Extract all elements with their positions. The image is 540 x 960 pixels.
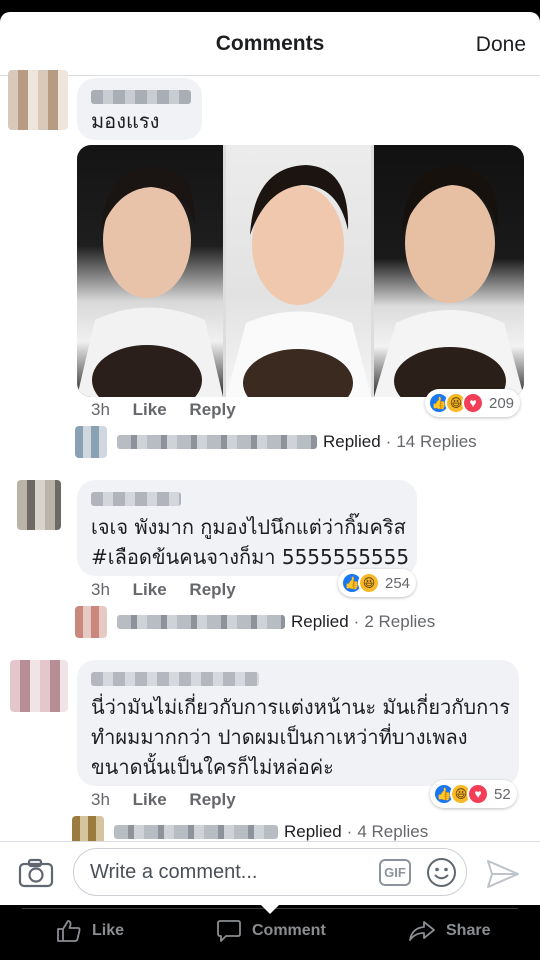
reply-author-name — [117, 435, 317, 449]
reactions-summary[interactable]: 👍 😆 ♥ 209 — [425, 389, 521, 417]
sheet-pointer — [260, 904, 280, 914]
camera-icon[interactable] — [18, 858, 54, 888]
post-action-bar: Like Comment Share — [0, 904, 540, 960]
gif-button[interactable]: GIF — [379, 859, 411, 886]
avatar[interactable] — [8, 70, 68, 130]
comment-text: เจเจ พังมาก กูมองไปนึกแต่ว่ากิ๊มคริส — [91, 515, 406, 539]
face-illustration — [374, 165, 524, 397]
like-button[interactable]: Like — [133, 400, 167, 419]
love-reaction-icon: ♥ — [462, 392, 484, 414]
replied-label: Replied — [291, 612, 349, 631]
replies-link[interactable]: Replied · 2 Replies — [75, 606, 435, 638]
separator-dot: · — [346, 822, 353, 841]
reply-button[interactable]: Reply — [189, 580, 235, 599]
share-icon — [409, 921, 435, 941]
commenter-name[interactable] — [91, 672, 259, 686]
reply-avatar — [75, 606, 107, 638]
love-reaction-icon: ♥ — [467, 783, 489, 805]
reactions-summary[interactable]: 👍 😆 ♥ 52 — [430, 780, 517, 808]
comment-text: ขนาดนั้นเป็นใครก็ไม่หล่อค่ะ — [91, 755, 334, 779]
like-post-button[interactable]: Like — [56, 919, 124, 943]
header: Comments Done — [0, 12, 540, 76]
compose-bar: GIF — [0, 841, 540, 905]
page-title: Comments — [215, 32, 325, 55]
comment-icon — [217, 920, 241, 942]
reply-author-name — [117, 615, 285, 629]
comment-bubble[interactable]: นี่ว่ามันไม่เกี่ยวกับการแต่งหน้านะ มันเก… — [77, 660, 519, 786]
face-illustration — [77, 166, 223, 397]
reply-avatar — [75, 426, 107, 458]
sticker-icon[interactable] — [426, 857, 457, 888]
comment-text: นี่ว่ามันไม่เกี่ยวกับการแต่งหน้านะ มันเก… — [91, 695, 511, 719]
replies-count: 14 Replies — [396, 432, 477, 451]
like-post-label: Like — [92, 922, 125, 939]
thumbs-up-icon — [57, 920, 81, 942]
comment-text: มองแรง — [91, 109, 160, 133]
send-icon[interactable] — [486, 858, 520, 890]
comment-time: 3h — [91, 400, 110, 419]
commenter-name[interactable] — [91, 492, 181, 506]
comment-text: ทำผมมากกว่า ปาดผมเป็นกาเหว่าที่บางเพลง — [91, 725, 468, 749]
comment-bubble[interactable]: เจเจ พังมาก กูมองไปนึกแต่ว่ากิ๊มคริส #เล… — [77, 480, 417, 576]
comment-photo[interactable] — [77, 145, 524, 397]
commenter-name[interactable] — [91, 90, 191, 104]
replies-count: 2 Replies — [364, 612, 436, 631]
share-post-label: Share — [446, 922, 491, 939]
like-button[interactable]: Like — [133, 790, 167, 809]
replies-count: 4 Replies — [357, 822, 429, 841]
comment-hashtag-line[interactable]: #เลือดข้นคนจางก็มา 5555555555 — [91, 542, 409, 572]
reply-button[interactable]: Reply — [189, 400, 235, 419]
like-button[interactable]: Like — [133, 580, 167, 599]
reaction-count: 209 — [489, 394, 515, 412]
comment-meta: 3h Like Reply — [91, 400, 254, 420]
reply-button[interactable]: Reply — [189, 790, 235, 809]
comment-meta: 3h Like Reply — [91, 790, 254, 810]
separator-dot: · — [385, 432, 392, 451]
comment-post-label: Comment — [252, 922, 326, 939]
comment-meta: 3h Like Reply — [91, 580, 254, 600]
comment-post-button[interactable]: Comment — [216, 919, 326, 943]
replied-label: Replied — [284, 822, 342, 841]
reaction-count: 254 — [385, 574, 411, 592]
comment-input[interactable] — [90, 857, 370, 887]
done-button[interactable]: Done — [476, 33, 526, 57]
avatar[interactable] — [10, 660, 68, 712]
comment-time: 3h — [91, 790, 110, 809]
haha-reaction-icon: 😆 — [358, 572, 380, 594]
reaction-count: 52 — [494, 785, 511, 803]
comments-sheet: Comments Done มองแรง 3h Like Reply 👍 😆 ♥… — [0, 12, 540, 905]
separator-dot: · — [353, 612, 360, 631]
comment-input-container[interactable]: GIF — [73, 848, 467, 896]
comment-bubble[interactable]: มองแรง — [77, 78, 202, 140]
comment-time: 3h — [91, 580, 110, 599]
replied-label: Replied — [323, 432, 381, 451]
avatar[interactable] — [17, 480, 61, 530]
replies-link[interactable]: Replied · 14 Replies — [75, 426, 477, 458]
reactions-summary[interactable]: 👍 😆 254 — [338, 569, 417, 597]
share-post-button[interactable]: Share — [408, 919, 490, 943]
reply-author-name — [114, 825, 278, 839]
face-illustration — [226, 165, 371, 397]
